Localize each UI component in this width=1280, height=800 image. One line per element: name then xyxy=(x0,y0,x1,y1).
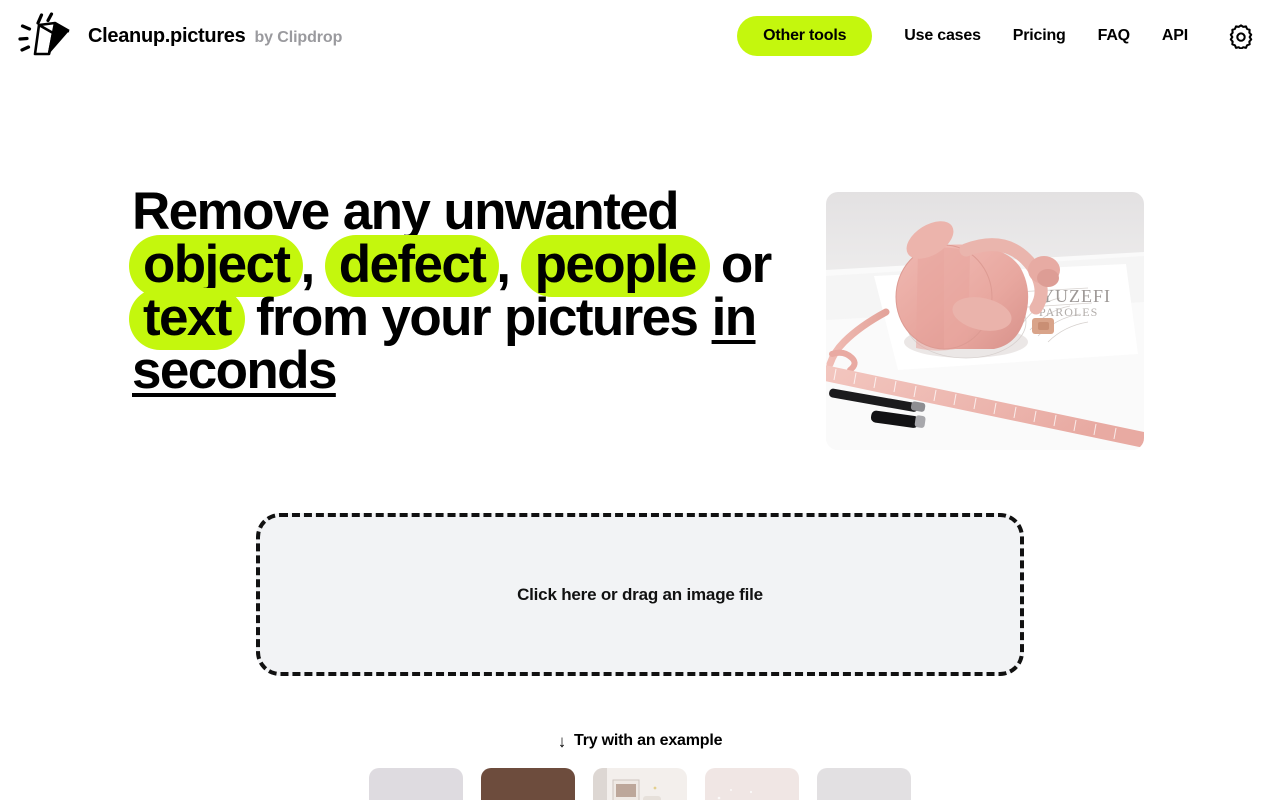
example-thumbnail-1[interactable] xyxy=(369,768,463,800)
arrow-down-icon: ↓ xyxy=(557,731,567,751)
example-1-image xyxy=(369,768,463,800)
example-3-image xyxy=(593,768,687,800)
settings-button[interactable] xyxy=(1226,21,1256,51)
nav-link-faq[interactable]: FAQ xyxy=(1098,17,1130,55)
example-thumbnail-5[interactable] xyxy=(817,768,911,800)
example-thumbnail-3[interactable] xyxy=(593,768,687,800)
svg-text:YUZEFI: YUZEFI xyxy=(1041,286,1111,306)
hero-text-column: Remove any unwanted object, defect, peop… xyxy=(129,182,792,397)
eraser-sparkle-icon xyxy=(18,12,70,56)
hero-section: Remove any unwanted object, defect, peop… xyxy=(0,72,1280,450)
example-5-image xyxy=(817,768,911,800)
headline-line1: Remove any unwanted xyxy=(132,182,680,241)
brand-logo-link[interactable]: Cleanup.pictures by Clipdrop xyxy=(18,11,342,61)
example-2-image xyxy=(481,768,575,800)
headline-comma-2: , xyxy=(496,235,511,294)
nav-link-pricing[interactable]: Pricing xyxy=(1013,17,1066,55)
nav-link-api[interactable]: API xyxy=(1162,17,1188,55)
hero-image: YUZEFI PAROLES xyxy=(826,192,1144,450)
example-thumbnail-2[interactable] xyxy=(481,768,575,800)
main-navigation: Other tools Use cases Pricing FAQ API xyxy=(737,16,1256,56)
image-dropzone[interactable]: Click here or drag an image file xyxy=(256,513,1024,676)
examples-section: ↓ Try with an example xyxy=(0,732,1280,800)
page-headline: Remove any unwanted object, defect, peop… xyxy=(129,182,792,397)
site-header: Cleanup.pictures by Clipdrop Other tools… xyxy=(0,0,1280,72)
headline-comma-1: , xyxy=(300,235,315,294)
example-thumbnail-list xyxy=(369,768,911,800)
brand-text: Cleanup.pictures by Clipdrop xyxy=(88,25,342,48)
dropzone-wrapper: Click here or drag an image file xyxy=(0,513,1280,676)
examples-title: ↓ Try with an example xyxy=(558,732,723,750)
brand-byline: by Clipdrop xyxy=(254,28,343,46)
hero-photo-handbag: YUZEFI PAROLES xyxy=(826,192,1144,450)
brand-name: Cleanup.pictures xyxy=(88,24,246,47)
example-4-image xyxy=(705,768,799,800)
examples-title-text: Try with an example xyxy=(574,732,723,749)
gear-icon xyxy=(1229,24,1253,49)
nav-other-tools-button[interactable]: Other tools xyxy=(737,16,873,56)
example-thumbnail-4[interactable] xyxy=(705,768,799,800)
nav-link-use-cases[interactable]: Use cases xyxy=(904,17,981,55)
svg-text:PAROLES: PAROLES xyxy=(1039,305,1098,319)
dropzone-label: Click here or drag an image file xyxy=(517,584,763,604)
headline-mid: from your pictures xyxy=(241,288,712,347)
headline-or: or xyxy=(706,235,772,294)
